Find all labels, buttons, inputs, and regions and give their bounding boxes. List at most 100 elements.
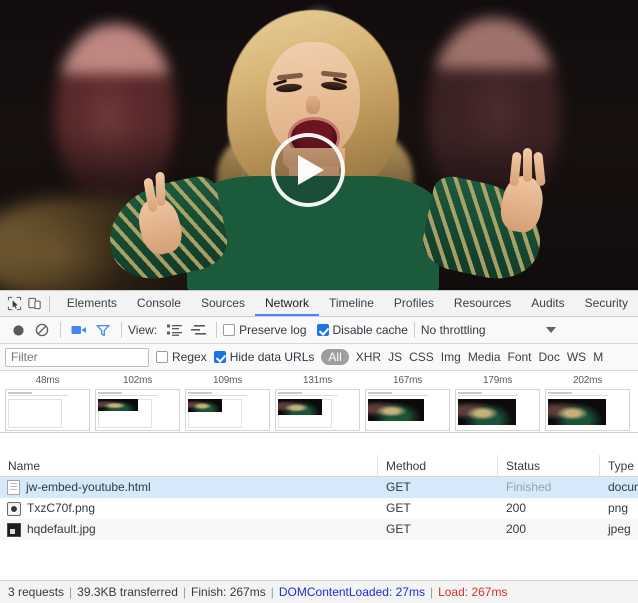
- filmstrip-frame[interactable]: 202ms: [545, 375, 630, 431]
- tab-security[interactable]: Security: [575, 291, 638, 316]
- status-domcontentloaded: DOMContentLoaded: 27ms: [278, 585, 425, 599]
- filmstrip-time: 109ms: [212, 375, 242, 386]
- filmstrip-time: 202ms: [572, 375, 602, 386]
- filter-type-ws[interactable]: WS: [567, 350, 586, 364]
- filmstrip-thumbnail: [365, 389, 450, 431]
- toolbar-divider-4: [413, 322, 415, 338]
- device-toolbar-icon[interactable]: [25, 292, 46, 316]
- filter-type-manifest[interactable]: M: [593, 350, 603, 364]
- request-method: GET: [386, 522, 411, 536]
- filmstrip-frame[interactable]: 109ms: [185, 375, 270, 431]
- filmstrip-frame[interactable]: 167ms: [365, 375, 450, 431]
- filmstrip-thumbnail: [5, 389, 90, 431]
- column-header-name[interactable]: Name: [0, 454, 378, 477]
- table-row[interactable]: jw-embed-youtube.html GET Finished docum…: [0, 477, 638, 498]
- filter-type-all[interactable]: All: [321, 349, 349, 365]
- tab-console[interactable]: Console: [127, 291, 191, 316]
- network-filterbar: Regex Hide data URLs All XHR JS CSS Img …: [0, 344, 638, 371]
- tab-timeline[interactable]: Timeline: [319, 291, 384, 316]
- preserve-log-label: Preserve log: [239, 323, 307, 337]
- tab-network[interactable]: Network: [255, 291, 319, 316]
- filmstrip-thumbnail: [545, 389, 630, 431]
- table-header: Name Method Status Type: [0, 454, 638, 477]
- status-finish: Finish: 267ms: [191, 585, 266, 599]
- filter-input[interactable]: [5, 347, 149, 367]
- filter-type-js[interactable]: JS: [388, 350, 402, 364]
- tab-profiles[interactable]: Profiles: [384, 291, 444, 316]
- throttling-dropdown[interactable]: No throttling: [421, 323, 556, 337]
- nose: [306, 96, 320, 114]
- filter-type-css[interactable]: CSS: [409, 350, 434, 364]
- inspect-element-icon[interactable]: [4, 292, 25, 316]
- regex-box: [156, 351, 168, 363]
- video-play-button[interactable]: [271, 133, 345, 207]
- view-waterfall-icon[interactable]: [186, 319, 210, 341]
- filmstrip-time: 167ms: [392, 375, 422, 386]
- filter-type-font[interactable]: Font: [508, 350, 532, 364]
- filter-type-xhr[interactable]: XHR: [356, 350, 381, 364]
- chevron-down-icon: [545, 327, 556, 333]
- hide-data-urls-checkbox[interactable]: Hide data URLs: [213, 350, 314, 364]
- record-button[interactable]: [6, 319, 30, 341]
- preserve-log-checkbox[interactable]: Preserve log: [223, 323, 307, 337]
- status-load: Load: 267ms: [438, 585, 508, 599]
- toolbar-divider-1: [60, 322, 61, 338]
- requests-spacer: [0, 433, 638, 455]
- image-file-icon: [7, 522, 21, 537]
- network-statusbar: 3 requests | 39.3KB transferred | Finish…: [0, 580, 638, 603]
- request-type: jpeg: [608, 522, 631, 536]
- view-list-icon[interactable]: [162, 319, 186, 341]
- table-row[interactable]: hqdefault.jpg GET 200 jpeg: [0, 519, 638, 540]
- clear-button[interactable]: [30, 319, 54, 341]
- filmstrip-frame[interactable]: 48ms: [5, 375, 90, 431]
- disable-cache-checkbox[interactable]: Disable cache: [316, 323, 408, 337]
- document-icon: [7, 480, 20, 495]
- request-type: docume: [608, 480, 638, 494]
- filmstrip-thumbnail: [275, 389, 360, 431]
- request-name-cell: hqdefault.jpg: [0, 519, 378, 540]
- table-row[interactable]: TxzC70f.png GET 200 png: [0, 498, 638, 519]
- filter-funnel-icon[interactable]: [91, 319, 115, 341]
- finger-left-2: [155, 171, 166, 207]
- request-method: GET: [386, 480, 411, 494]
- request-name-cell: jw-embed-youtube.html: [0, 477, 378, 498]
- filmstrip-thumbnail: [455, 389, 540, 431]
- filmstrip-frame[interactable]: 131ms: [275, 375, 360, 431]
- request-status: 200: [506, 501, 527, 515]
- status-separator-1: |: [69, 585, 73, 599]
- tab-audits[interactable]: Audits: [521, 291, 574, 316]
- hide-data-urls-box: [213, 351, 226, 363]
- regex-checkbox[interactable]: Regex: [156, 350, 207, 364]
- view-label: View:: [128, 323, 158, 337]
- disable-cache-box: [316, 324, 329, 336]
- requests-table: Name Method Status Type jw-embed-youtube…: [0, 454, 638, 540]
- status-separator-4: |: [429, 585, 434, 599]
- regex-label: Regex: [172, 350, 207, 364]
- filmstrip-frame[interactable]: 179ms: [455, 375, 540, 431]
- toolbar-divider-2: [121, 322, 122, 338]
- tab-elements[interactable]: Elements: [57, 291, 127, 316]
- play-triangle-icon: [298, 155, 324, 185]
- preserve-log-box: [223, 324, 236, 336]
- capture-screenshots-icon[interactable]: [67, 319, 91, 341]
- filter-type-media[interactable]: Media: [468, 350, 501, 364]
- png-file-icon: [7, 501, 21, 516]
- filter-type-img[interactable]: Img: [441, 350, 461, 364]
- devtools-panel: Elements Console Sources Network Timelin…: [0, 291, 638, 603]
- request-name: jw-embed-youtube.html: [26, 480, 151, 494]
- filmstrip-frame[interactable]: 102ms: [95, 375, 180, 431]
- request-type: png: [608, 501, 629, 515]
- column-header-status[interactable]: Status: [498, 454, 600, 477]
- filmstrip-thumbnail: [185, 389, 270, 431]
- tab-sources[interactable]: Sources: [191, 291, 255, 316]
- request-name: hqdefault.jpg: [27, 522, 96, 536]
- toolbar-divider-3: [216, 322, 218, 338]
- filter-type-doc[interactable]: Doc: [539, 350, 560, 364]
- request-status: 200: [506, 522, 527, 536]
- filmstrip: 48ms 102ms 109ms 131ms 167ms 179ms 202ms: [0, 371, 638, 433]
- finger-right-2: [523, 148, 532, 182]
- tab-resources[interactable]: Resources: [444, 291, 521, 316]
- column-header-type[interactable]: Type: [600, 455, 638, 477]
- disable-cache-label: Disable cache: [332, 323, 408, 337]
- column-header-method[interactable]: Method: [378, 454, 498, 477]
